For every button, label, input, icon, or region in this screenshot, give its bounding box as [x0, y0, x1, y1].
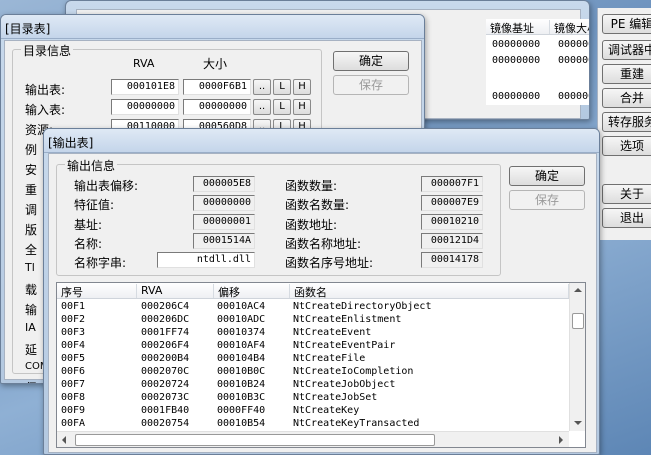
- directory-ok-button[interactable]: 确定: [333, 51, 409, 71]
- export-size-field[interactable]: 0000F6B1: [183, 79, 251, 95]
- function-list-header: 序号 RVA 偏移 函数名: [57, 283, 569, 299]
- directory-group-title: 目录信息: [21, 42, 74, 59]
- scroll-down-arrow-icon[interactable]: [574, 421, 582, 425]
- export-l-button[interactable]: L: [273, 79, 291, 95]
- hscroll-thumb[interactable]: [75, 434, 435, 446]
- name-field[interactable]: 0001514A: [193, 233, 255, 249]
- function-count-label: 函数数量:: [285, 179, 338, 193]
- export-dots-button[interactable]: ..: [253, 79, 271, 95]
- table-row[interactable]: 00F7 00020724 00010B24 NtCreateJobObject: [57, 379, 569, 392]
- scroll-left-arrow-icon[interactable]: [62, 436, 66, 444]
- import-rva-field[interactable]: 00000000: [111, 99, 179, 115]
- function-address-field[interactable]: 00010210: [421, 214, 483, 230]
- name-string-label: 名称字串:: [74, 256, 127, 270]
- export-window: [输出表] 输出信息 输出表偏移: 000005E8 特征值: 00000000…: [43, 128, 600, 455]
- table-row[interactable]: 00F4 000206F4 00010AF4 NtCreateEventPair: [57, 340, 569, 353]
- export-offset-label: 输出表偏移:: [74, 179, 139, 193]
- export-group-title: 输出信息: [65, 157, 118, 174]
- about-button[interactable]: 关于: [602, 184, 651, 204]
- export-offset-field[interactable]: 000005E8: [193, 176, 255, 192]
- directory-titlebar[interactable]: [目录表]: [1, 15, 424, 39]
- import-h-button[interactable]: H: [293, 99, 311, 115]
- entry-label-partial: 版: [25, 223, 38, 237]
- exit-button[interactable]: 退出: [602, 208, 651, 228]
- entry-label-partial: 重: [25, 183, 38, 197]
- col-offset[interactable]: 偏移: [214, 284, 290, 299]
- table-row[interactable]: 00F1 000206C4 00010AC4 NtCreateDirectory…: [57, 301, 569, 314]
- table-row[interactable]: 00F6 0002070C 00010B0C NtCreateIoComplet…: [57, 366, 569, 379]
- export-save-button: 保存: [509, 190, 585, 210]
- dump-service-button[interactable]: 转存服务: [602, 112, 651, 132]
- debugger-button[interactable]: 调试器中: [602, 40, 651, 60]
- name-address-label: 函数名称地址:: [285, 237, 362, 251]
- entry-label-partial: Tl: [25, 261, 35, 274]
- name-string-field[interactable]: ntdll.dll: [157, 252, 255, 268]
- entry-label-partial: 延: [25, 343, 38, 357]
- entry-label-partial: IA: [25, 321, 36, 334]
- directory-save-button: 保存: [333, 75, 409, 95]
- entry-label-partial: 例: [25, 143, 38, 157]
- col-rva[interactable]: RVA: [137, 284, 214, 298]
- entry-label-export: 输出表:: [25, 83, 66, 97]
- export-titlebar[interactable]: [输出表]: [44, 129, 599, 153]
- export-window-title: [输出表]: [48, 136, 94, 150]
- module-list[interactable]: 00000000 00000 000 00000 000 00 000000 00 00…: [486, 35, 589, 105]
- ordinal-address-label: 函数名序号地址:: [285, 256, 374, 270]
- characteristics-field[interactable]: 00000000: [193, 195, 255, 211]
- export-rva-field[interactable]: 000101E8: [111, 79, 179, 95]
- options-button[interactable]: 选项: [602, 136, 651, 156]
- characteristics-label: 特征值:: [74, 198, 115, 212]
- entry-label-partial: 保: [25, 379, 37, 383]
- scroll-up-arrow-icon[interactable]: [574, 288, 582, 292]
- table-row[interactable]: 00F3 0001FF74 00010374 NtCreateEvent: [57, 327, 569, 340]
- ordinal-address-field[interactable]: 00014178: [421, 252, 483, 268]
- col-image-base[interactable]: 镜像基址: [486, 20, 550, 35]
- entry-label-partial: 输: [25, 303, 38, 317]
- name-count-field[interactable]: 000007E9: [421, 195, 483, 211]
- function-address-label: 函数地址:: [285, 218, 338, 232]
- merge-button[interactable]: 合并: [602, 88, 651, 108]
- name-address-field[interactable]: 000121D4: [421, 233, 483, 249]
- export-panel: 输出信息 输出表偏移: 000005E8 特征值: 00000000 基址: 0…: [48, 153, 597, 453]
- function-list-vscrollbar[interactable]: [569, 283, 585, 431]
- pe-editor-button[interactable]: PE 编辑: [602, 14, 651, 34]
- entry-label-partial: 安: [25, 163, 38, 177]
- entry-label-partial: 载: [25, 283, 38, 297]
- rebuild-button[interactable]: 重建: [602, 64, 651, 84]
- col-image-size[interactable]: 镜像大小: [550, 20, 589, 35]
- col-rva-label: RVA: [133, 57, 155, 70]
- module-list-header: 镜像基址 镜像大小: [486, 19, 589, 35]
- entry-label-partial: 调: [25, 203, 38, 217]
- table-row[interactable]: 00F8 0002073C 00010B3C NtCreateJobSet: [57, 392, 569, 405]
- table-row[interactable]: 00F5 000200B4 000104B4 NtCreateFile: [57, 353, 569, 366]
- col-size-label: 大小: [203, 57, 228, 71]
- base-label: 基址:: [74, 218, 103, 232]
- table-row[interactable]: 00F9 0001FB40 0000FF40 NtCreateKey: [57, 405, 569, 418]
- entry-label-import: 输入表:: [25, 103, 66, 117]
- scroll-right-arrow-icon[interactable]: [559, 436, 563, 444]
- export-h-button[interactable]: H: [293, 79, 311, 95]
- import-l-button[interactable]: L: [273, 99, 291, 115]
- col-ordinal[interactable]: 序号: [57, 284, 137, 299]
- function-list-hscrollbar[interactable]: [57, 431, 569, 447]
- export-ok-button[interactable]: 确定: [509, 166, 585, 186]
- col-function-name[interactable]: 函数名: [290, 284, 569, 299]
- import-dots-button[interactable]: ..: [253, 99, 271, 115]
- vscroll-thumb[interactable]: [572, 313, 584, 329]
- right-button-panel: PE 编辑 调试器中 重建 合并 转存服务 选项 关于 退出: [597, 8, 651, 240]
- entry-label-partial: 全: [25, 243, 38, 257]
- table-row[interactable]: 00FA 00020754 00010B54 NtCreateKeyTransa…: [57, 418, 569, 431]
- export-function-list[interactable]: 序号 RVA 偏移 函数名 00F1 000206C4 00010AC4 NtC…: [56, 282, 586, 448]
- table-row[interactable]: 00F2 000206DC 00010ADC NtCreateEnlistmen…: [57, 314, 569, 327]
- import-size-field[interactable]: 00000000: [183, 99, 251, 115]
- name-count-label: 函数名数量:: [285, 198, 350, 212]
- directory-window-title: [目录表]: [5, 22, 51, 36]
- function-count-field[interactable]: 000007F1: [421, 176, 483, 192]
- name-label: 名称:: [74, 237, 103, 251]
- base-field[interactable]: 00000001: [193, 214, 255, 230]
